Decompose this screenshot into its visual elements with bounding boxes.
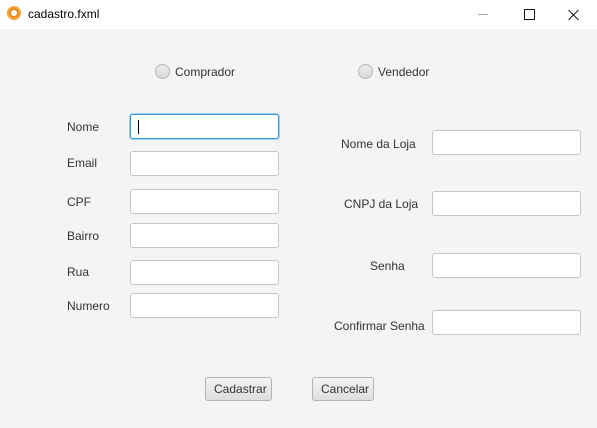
radio-button-circle[interactable] [155, 64, 170, 79]
cpf-field[interactable] [130, 189, 279, 214]
title-bar[interactable]: cadastro.fxml [0, 0, 597, 29]
radio-button-circle[interactable] [358, 64, 373, 79]
radio-vendedor-label: Vendedor [378, 64, 430, 79]
numero-label: Numero [67, 299, 110, 313]
email-label: Email [67, 156, 98, 170]
confirmar-senha-field[interactable] [432, 310, 581, 335]
cadastro-window: cadastro.fxml Comprador Vendedor Nome Em… [0, 0, 597, 428]
cnpj-loja-field[interactable] [432, 191, 581, 216]
cpf-label: CPF [67, 195, 91, 209]
close-icon [568, 9, 580, 21]
java-app-icon [7, 6, 21, 20]
cadastrar-button[interactable]: Cadastrar [205, 377, 272, 401]
nome-loja-field[interactable] [432, 130, 581, 155]
rua-field[interactable] [130, 260, 279, 285]
confirmar-senha-label: Confirmar Senha [334, 319, 425, 333]
rua-label: Rua [67, 265, 90, 279]
cnpj-loja-label: CNPJ da Loja [344, 197, 419, 211]
bairro-label: Bairro [67, 229, 100, 243]
minimize-button[interactable] [460, 0, 506, 29]
senha-field[interactable] [432, 253, 581, 278]
nome-label: Nome [67, 120, 100, 134]
maximize-icon [523, 9, 535, 20]
radio-comprador[interactable]: Comprador [155, 64, 235, 79]
radio-vendedor[interactable]: Vendedor [358, 64, 429, 79]
email-field[interactable] [130, 151, 279, 176]
cancelar-button[interactable]: Cancelar [312, 377, 374, 401]
minimize-icon [478, 14, 488, 15]
radio-comprador-label: Comprador [175, 64, 236, 79]
numero-field[interactable] [130, 293, 279, 318]
nome-loja-label: Nome da Loja [341, 137, 416, 151]
maximize-button[interactable] [506, 0, 552, 29]
text-caret [138, 120, 139, 134]
close-button[interactable] [551, 0, 597, 29]
bairro-field[interactable] [130, 223, 279, 248]
nome-field[interactable] [130, 114, 279, 139]
window-title: cadastro.fxml [28, 7, 100, 21]
senha-label: Senha [370, 259, 405, 273]
